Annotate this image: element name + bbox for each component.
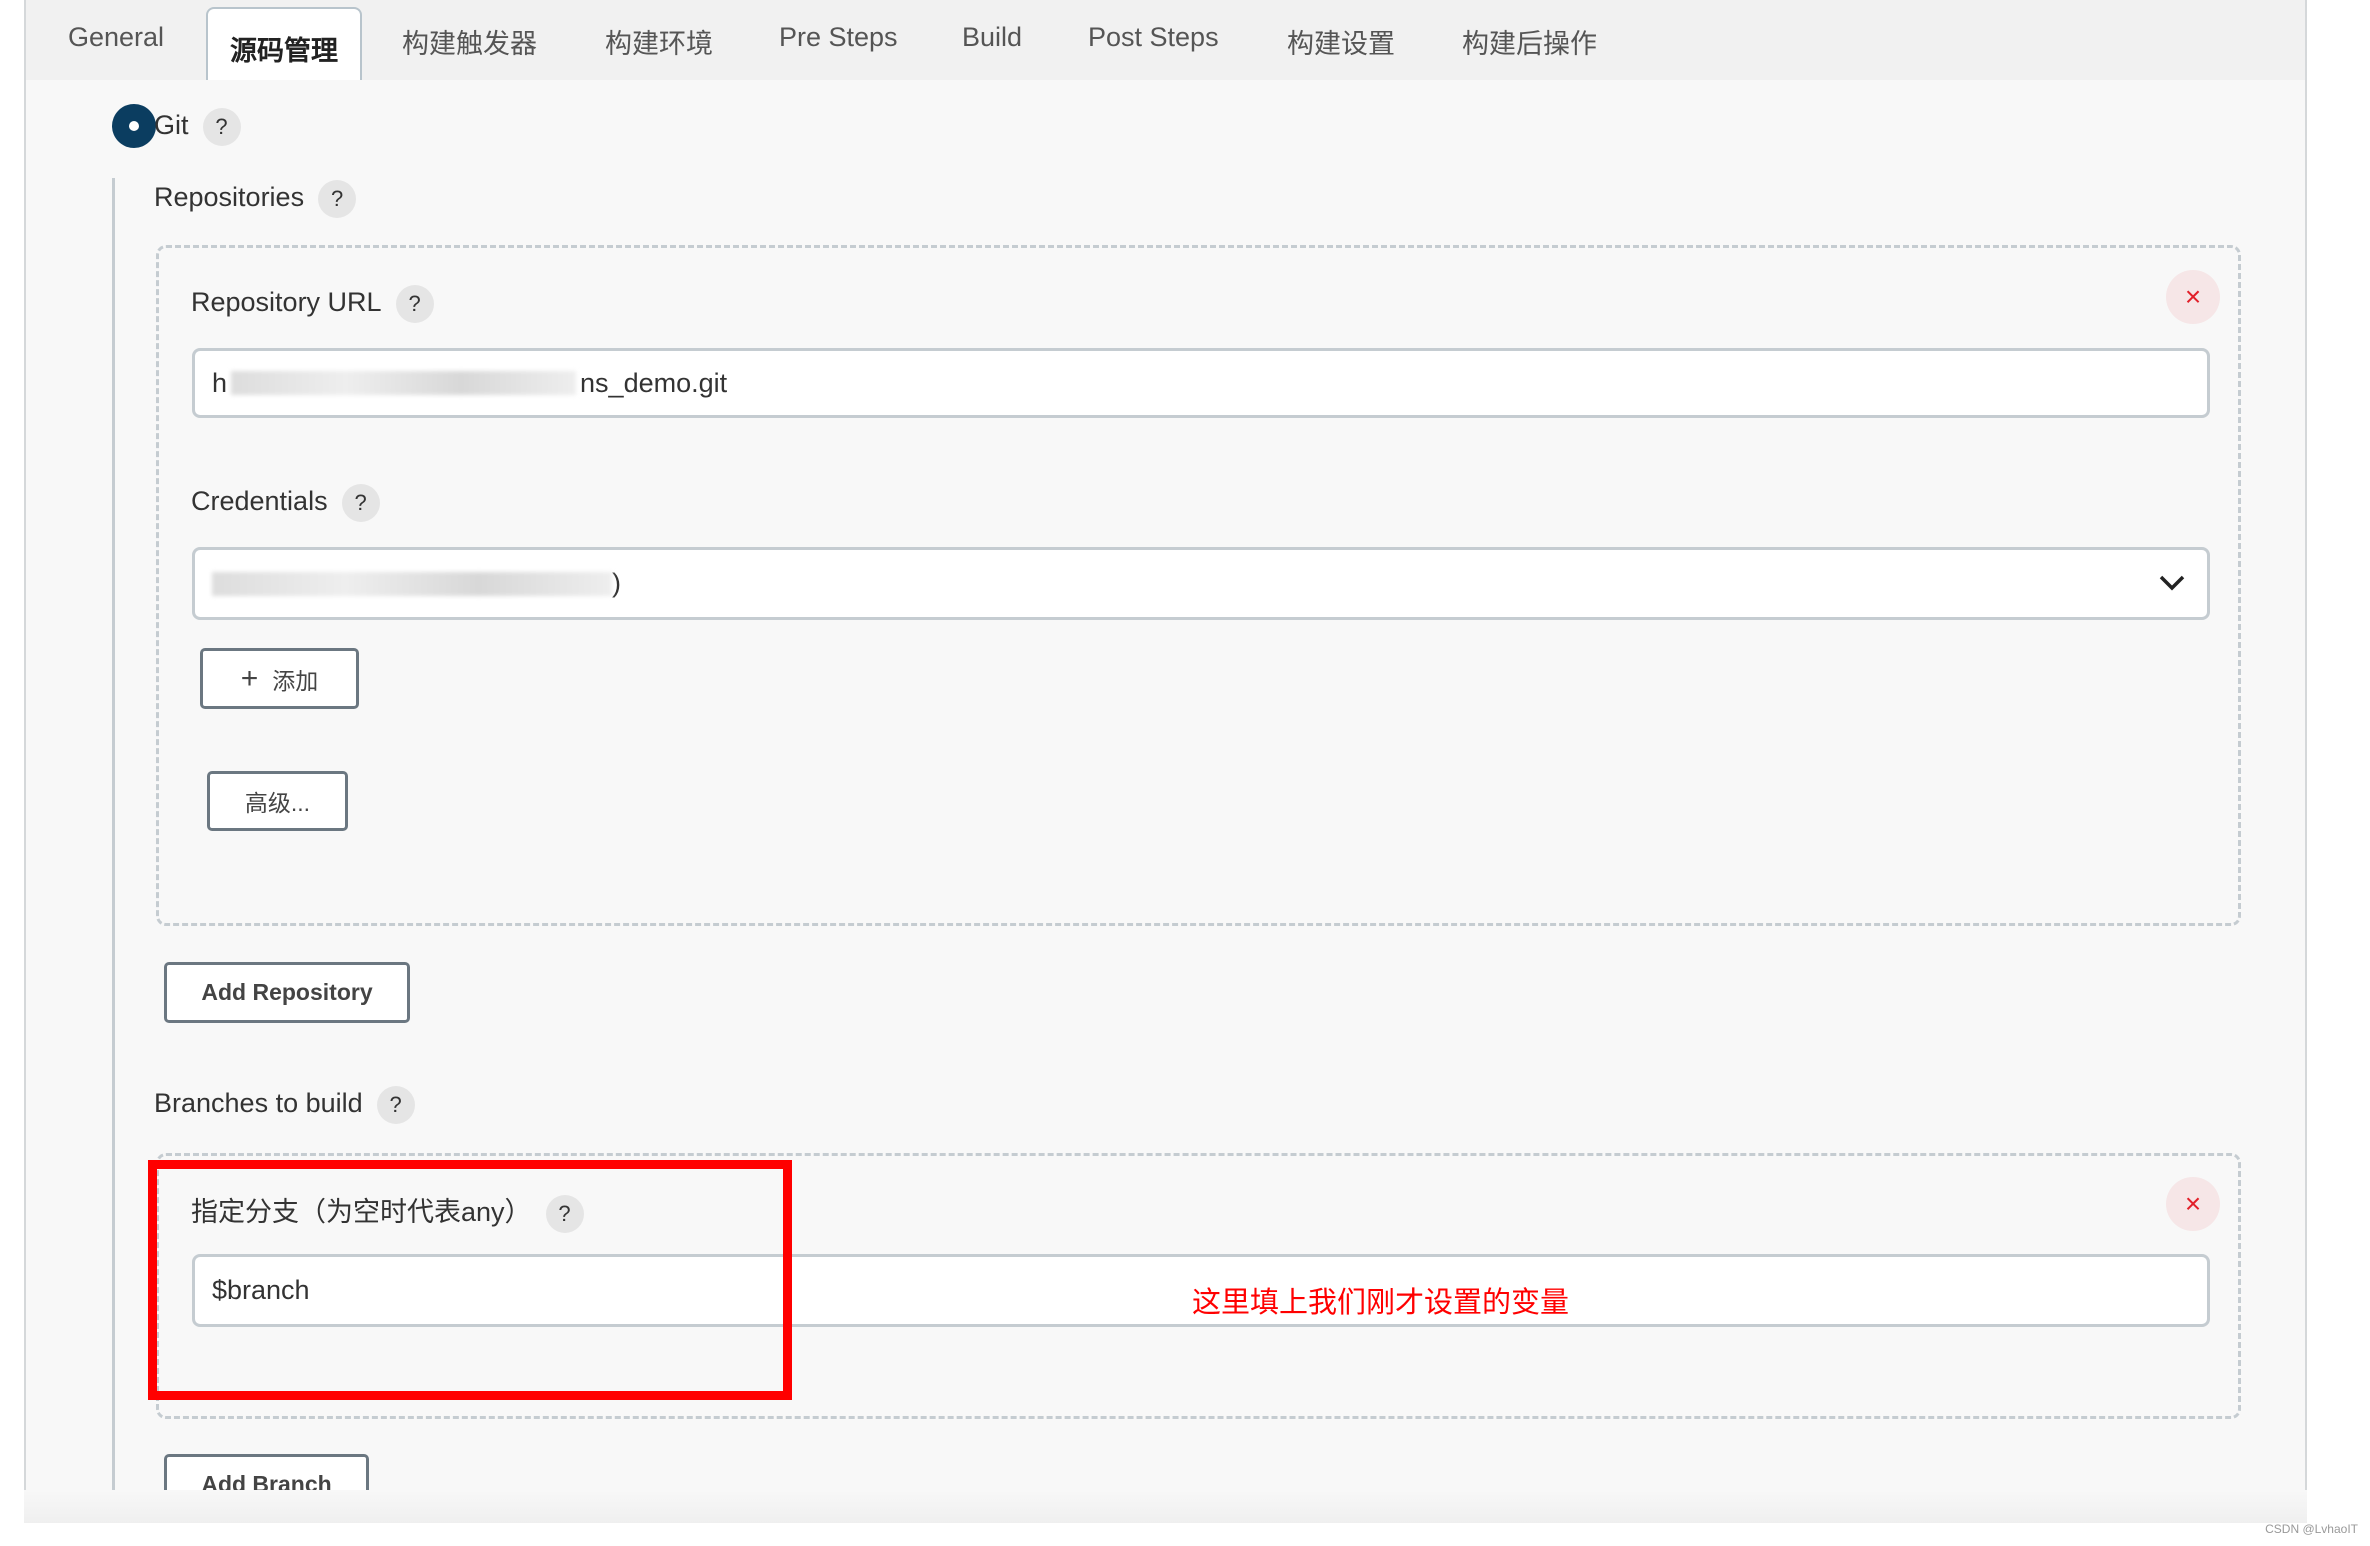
repositories-label: Repositories <box>154 182 305 213</box>
credentials-select[interactable]: ) <box>192 547 2210 620</box>
bottom-shade <box>24 1490 2307 1523</box>
tab-environment[interactable]: 构建环境 <box>605 22 713 61</box>
help-icon[interactable]: ? <box>318 180 357 218</box>
remove-branch-icon[interactable]: × <box>2166 1177 2220 1231</box>
git-label: Git <box>154 110 189 141</box>
git-radio[interactable] <box>112 104 156 148</box>
tab-build-settings[interactable]: 构建设置 <box>1287 22 1395 61</box>
section-divider <box>112 178 115 1523</box>
tab-bar: General 源码管理 构建触发器 构建环境 Pre Steps Build … <box>26 0 2305 80</box>
tab-build[interactable]: Build <box>962 22 1022 53</box>
tab-post-build[interactable]: 构建后操作 <box>1462 22 1597 61</box>
redacted-region <box>212 571 612 596</box>
help-icon[interactable]: ? <box>341 484 380 522</box>
repository-url-heading: Repository URL? <box>191 285 434 323</box>
tab-scm[interactable]: 源码管理 <box>206 7 362 80</box>
git-option: Git? <box>154 108 241 146</box>
add-credentials-button[interactable]: + 添加 <box>200 648 359 709</box>
add-credentials-label: 添加 <box>272 667 319 694</box>
help-icon[interactable]: ? <box>376 1086 415 1124</box>
tab-triggers[interactable]: 构建触发器 <box>402 22 537 61</box>
redacted-region <box>231 371 577 395</box>
credentials-label: Credentials <box>191 486 328 517</box>
tab-post-steps[interactable]: Post Steps <box>1088 22 1219 53</box>
remove-repository-icon[interactable]: × <box>2166 270 2220 324</box>
branches-label: Branches to build <box>154 1088 363 1119</box>
advanced-button[interactable]: 高级... <box>207 771 348 831</box>
help-icon[interactable]: ? <box>202 108 241 146</box>
url-text-start: h <box>212 367 228 398</box>
repository-url-label: Repository URL <box>191 287 382 318</box>
help-icon[interactable]: ? <box>395 285 434 323</box>
tab-pre-steps[interactable]: Pre Steps <box>779 22 898 53</box>
credentials-text: ) <box>612 568 621 598</box>
watermark: CSDN @LvhaoIT <box>2265 1522 2358 1536</box>
url-text-end: ns_demo.git <box>580 367 728 398</box>
annotation-highlight-box <box>148 1160 792 1400</box>
repositories-heading: Repositories? <box>154 180 357 218</box>
repository-url-input[interactable]: h ns_demo.git <box>192 348 2210 418</box>
branches-heading: Branches to build? <box>154 1086 415 1124</box>
repository-box: Repository URL? × h ns_demo.git Credentia… <box>156 245 2241 926</box>
credentials-heading: Credentials? <box>191 484 380 522</box>
annotation-text: 这里填上我们刚才设置的变量 <box>1192 1287 1570 1319</box>
plus-icon: + <box>240 661 259 695</box>
chevron-down-icon <box>2159 575 2185 591</box>
tab-general[interactable]: General <box>68 22 164 53</box>
add-repository-button[interactable]: Add Repository <box>164 962 410 1023</box>
